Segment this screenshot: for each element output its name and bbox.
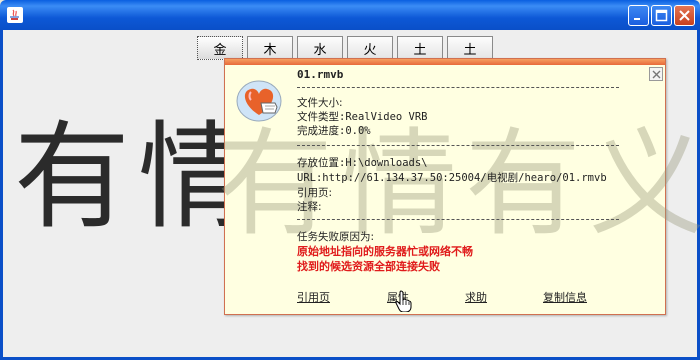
referer-label: 引用页:: [297, 187, 333, 199]
download-info-popup: 有情有义 01.rmvb 文件大小: 文件类型:RealVideo VRB 完成…: [217, 58, 700, 315]
tab-bar: 金 木 水 火 土 土: [197, 36, 493, 60]
divider: [297, 145, 619, 146]
heart-hand-icon: [236, 80, 282, 122]
close-icon: [652, 70, 660, 78]
failure-title: 任务失败原因为:: [297, 231, 375, 243]
title-bar[interactable]: [0, 0, 700, 30]
tab-mu[interactable]: 木: [247, 36, 293, 60]
copy-info-link[interactable]: 复制信息: [543, 289, 587, 305]
java-app-icon[interactable]: [7, 7, 23, 23]
popup-close-button[interactable]: [649, 67, 663, 81]
failure-reason: 原始地址指向的服务器忙或网络不畅: [297, 245, 473, 258]
file-type: 文件类型:RealVideo VRB: [297, 111, 428, 123]
file-name: 01.rmvb: [297, 68, 344, 81]
close-window-button[interactable]: [674, 5, 695, 26]
referer-link[interactable]: 引用页: [297, 289, 387, 305]
file-size-label: 文件大小:: [297, 97, 343, 109]
maximize-icon: [655, 9, 668, 22]
hand-cursor-icon: [395, 290, 412, 312]
tab-jin[interactable]: 金: [197, 36, 243, 60]
minimize-icon: [634, 18, 640, 20]
download-url: URL:http://61.134.37.50:25004/电视剧/hearo/…: [297, 172, 607, 184]
minimize-button[interactable]: [628, 5, 649, 26]
popup-header-strip: [225, 59, 665, 65]
help-link[interactable]: 求助: [465, 289, 543, 305]
popup-link-bar: 引用页 属性 求助 复制信息: [297, 289, 587, 305]
tab-tu[interactable]: 土: [397, 36, 443, 60]
progress-text: 完成进度:0.0%: [297, 125, 371, 137]
maximize-button[interactable]: [651, 5, 672, 26]
tab-huo[interactable]: 火: [347, 36, 393, 60]
save-location: 存放位置:H:\downloads\: [297, 157, 428, 169]
note-label: 注释:: [297, 201, 322, 213]
tab-tu-2[interactable]: 土: [447, 36, 493, 60]
close-icon: [679, 10, 690, 21]
divider: [297, 219, 619, 220]
tab-shui[interactable]: 水: [297, 36, 343, 60]
divider: [297, 87, 619, 88]
failure-reason: 找到的候选资源全部连接失败: [297, 260, 440, 273]
